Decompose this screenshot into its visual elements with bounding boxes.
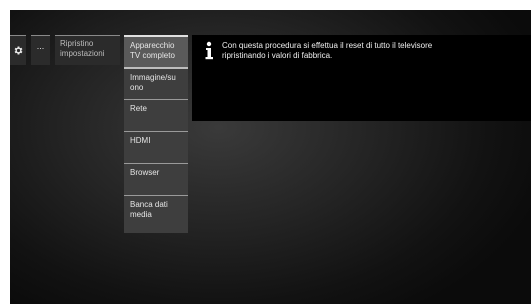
info-icon [205, 41, 213, 60]
menu-item-network[interactable]: Rete [124, 99, 188, 131]
menu-item-label: HDMI [130, 136, 151, 145]
menu-item-browser[interactable]: Browser [124, 163, 188, 195]
menu-item-media-database[interactable]: Banca dati media [124, 195, 188, 233]
more-tile[interactable]: ... [31, 35, 50, 65]
breadcrumb-label: Ripristino impostazioni [60, 39, 105, 58]
info-description: Con questa procedura si effettua il rese… [222, 41, 433, 60]
tv-screen: ... Ripristino impostazioni Apparecchio … [10, 10, 531, 304]
menu-item-label: Rete [130, 104, 147, 113]
menu-item-label: Apparecchio TV completo [130, 41, 175, 60]
more-label: ... [36, 41, 45, 51]
menu-item-label: Banca dati media [130, 200, 168, 219]
breadcrumb-reset-settings[interactable]: Ripristino impostazioni [55, 35, 120, 65]
menu-item-tv-complete[interactable]: Apparecchio TV completo [124, 35, 188, 67]
menu-item-hdmi[interactable]: HDMI [124, 131, 188, 163]
info-panel: Con questa procedura si effettua il rese… [192, 35, 531, 121]
submenu: Apparecchio TV completo Immagine/suono R… [124, 35, 188, 233]
menu-item-picture-sound[interactable]: Immagine/suono [124, 67, 188, 99]
settings-tile[interactable] [10, 35, 26, 65]
gear-icon [14, 46, 22, 55]
menu-item-label: Browser [130, 168, 160, 177]
menu-item-label: Immagine/suono [130, 73, 176, 92]
